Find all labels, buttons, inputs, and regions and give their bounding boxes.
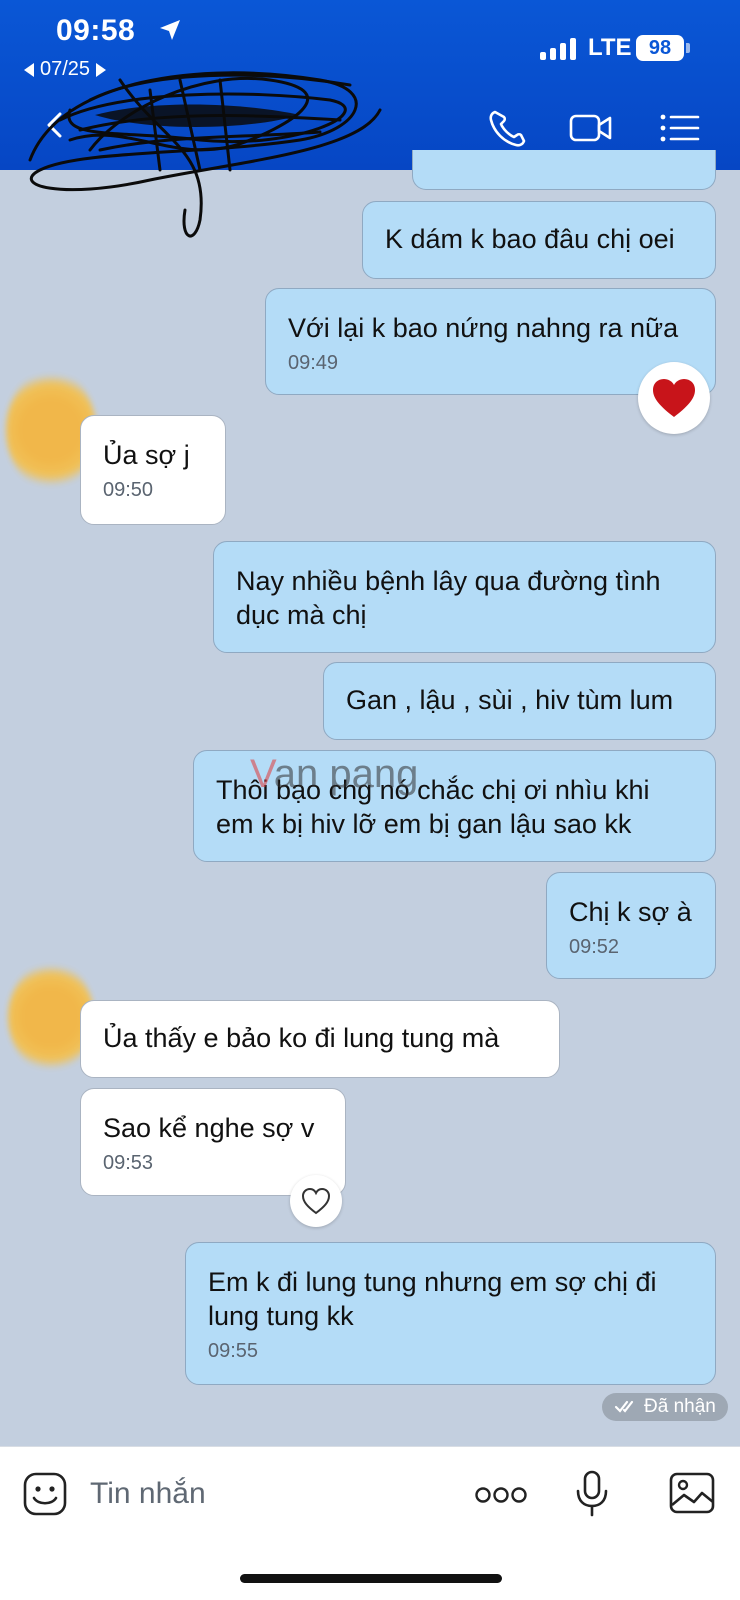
video-call-icon[interactable] <box>568 108 614 148</box>
message-time: 09:53 <box>103 1152 154 1174</box>
status-time: 09:58 <box>56 14 136 47</box>
home-indicator <box>240 1574 502 1583</box>
triangle-right-icon <box>96 62 107 77</box>
message-text: Ủa thấy e bảo ko đi lung tung mà <box>103 1023 500 1053</box>
message-bubble[interactable]: K dám k bao đâu chị oei <box>362 201 716 279</box>
message-bubble[interactable]: Ủa thấy e bảo ko đi lung tung mà <box>80 1000 560 1078</box>
message-time: 09:52 <box>569 936 620 958</box>
heart-outline-icon[interactable] <box>290 1175 342 1227</box>
message-text: Thôi bạo chg nó chắc chị ơi nhìu khi em … <box>216 775 650 839</box>
back-chevron-icon[interactable] <box>40 110 70 140</box>
message-text: Chị k sợ à <box>569 897 692 927</box>
more-options-icon[interactable] <box>474 1485 528 1505</box>
message-bubble[interactable]: Thôi bạo chg nó chắc chị ơi nhìu khi em … <box>193 750 716 862</box>
menu-list-icon[interactable] <box>658 108 704 148</box>
message-text: Nay nhiều bệnh lây qua đường tình dục mà… <box>236 566 661 630</box>
message-text: K dám k bao đâu chị oei <box>385 224 675 254</box>
battery-tip <box>686 43 690 53</box>
message-text: Gan , lậu , sùi , hiv tùm lum <box>346 685 674 715</box>
location-arrow-icon <box>160 20 180 40</box>
sticker-emoji-icon[interactable] <box>22 1471 68 1517</box>
message-time: 09:50 <box>103 479 154 501</box>
message-bubble[interactable]: Chị k sợ à 09:52 <box>546 872 716 979</box>
double-check-icon <box>614 1400 634 1413</box>
image-gallery-icon[interactable] <box>668 1471 716 1515</box>
message-input[interactable]: Tin nhắn <box>90 1477 206 1511</box>
chat-header: 09:58 07/25 LTE 98 <box>0 0 740 170</box>
received-status-badge: Đã nhận <box>602 1393 728 1421</box>
phone-call-icon[interactable] <box>486 108 532 148</box>
heart-reaction-icon[interactable] <box>638 362 710 434</box>
message-text: Ủa sợ j <box>103 440 190 470</box>
microphone-icon[interactable] <box>574 1469 610 1519</box>
message-text: Em k đi lung tung nhưng em sợ chị đi lun… <box>208 1267 657 1331</box>
message-text: Với lại k bao nứng nahng ra nữa <box>288 313 679 343</box>
message-text: Sao kể nghe sợ v <box>103 1113 315 1143</box>
message-bubble-partial <box>412 150 716 190</box>
battery-icon: 98 <box>636 35 684 61</box>
message-bubble[interactable]: Ủa sợ j 09:50 <box>80 415 226 525</box>
message-bubble[interactable]: Em k đi lung tung nhưng em sợ chị đi lun… <box>185 1242 716 1385</box>
received-status-text: Đã nhận <box>644 1396 716 1417</box>
message-bubble[interactable]: Gan , lậu , sùi , hiv tùm lum <box>323 662 716 740</box>
back-date-row[interactable]: 07/25 <box>24 58 107 81</box>
message-bubble[interactable]: Nay nhiều bệnh lây qua đường tình dục mà… <box>213 541 716 653</box>
message-time: 09:55 <box>208 1340 259 1362</box>
signal-icon <box>540 38 576 60</box>
status-date: 07/25 <box>40 58 91 80</box>
message-time: 09:49 <box>288 352 339 374</box>
network-label: LTE <box>588 34 632 61</box>
triangle-left-icon <box>24 62 34 77</box>
